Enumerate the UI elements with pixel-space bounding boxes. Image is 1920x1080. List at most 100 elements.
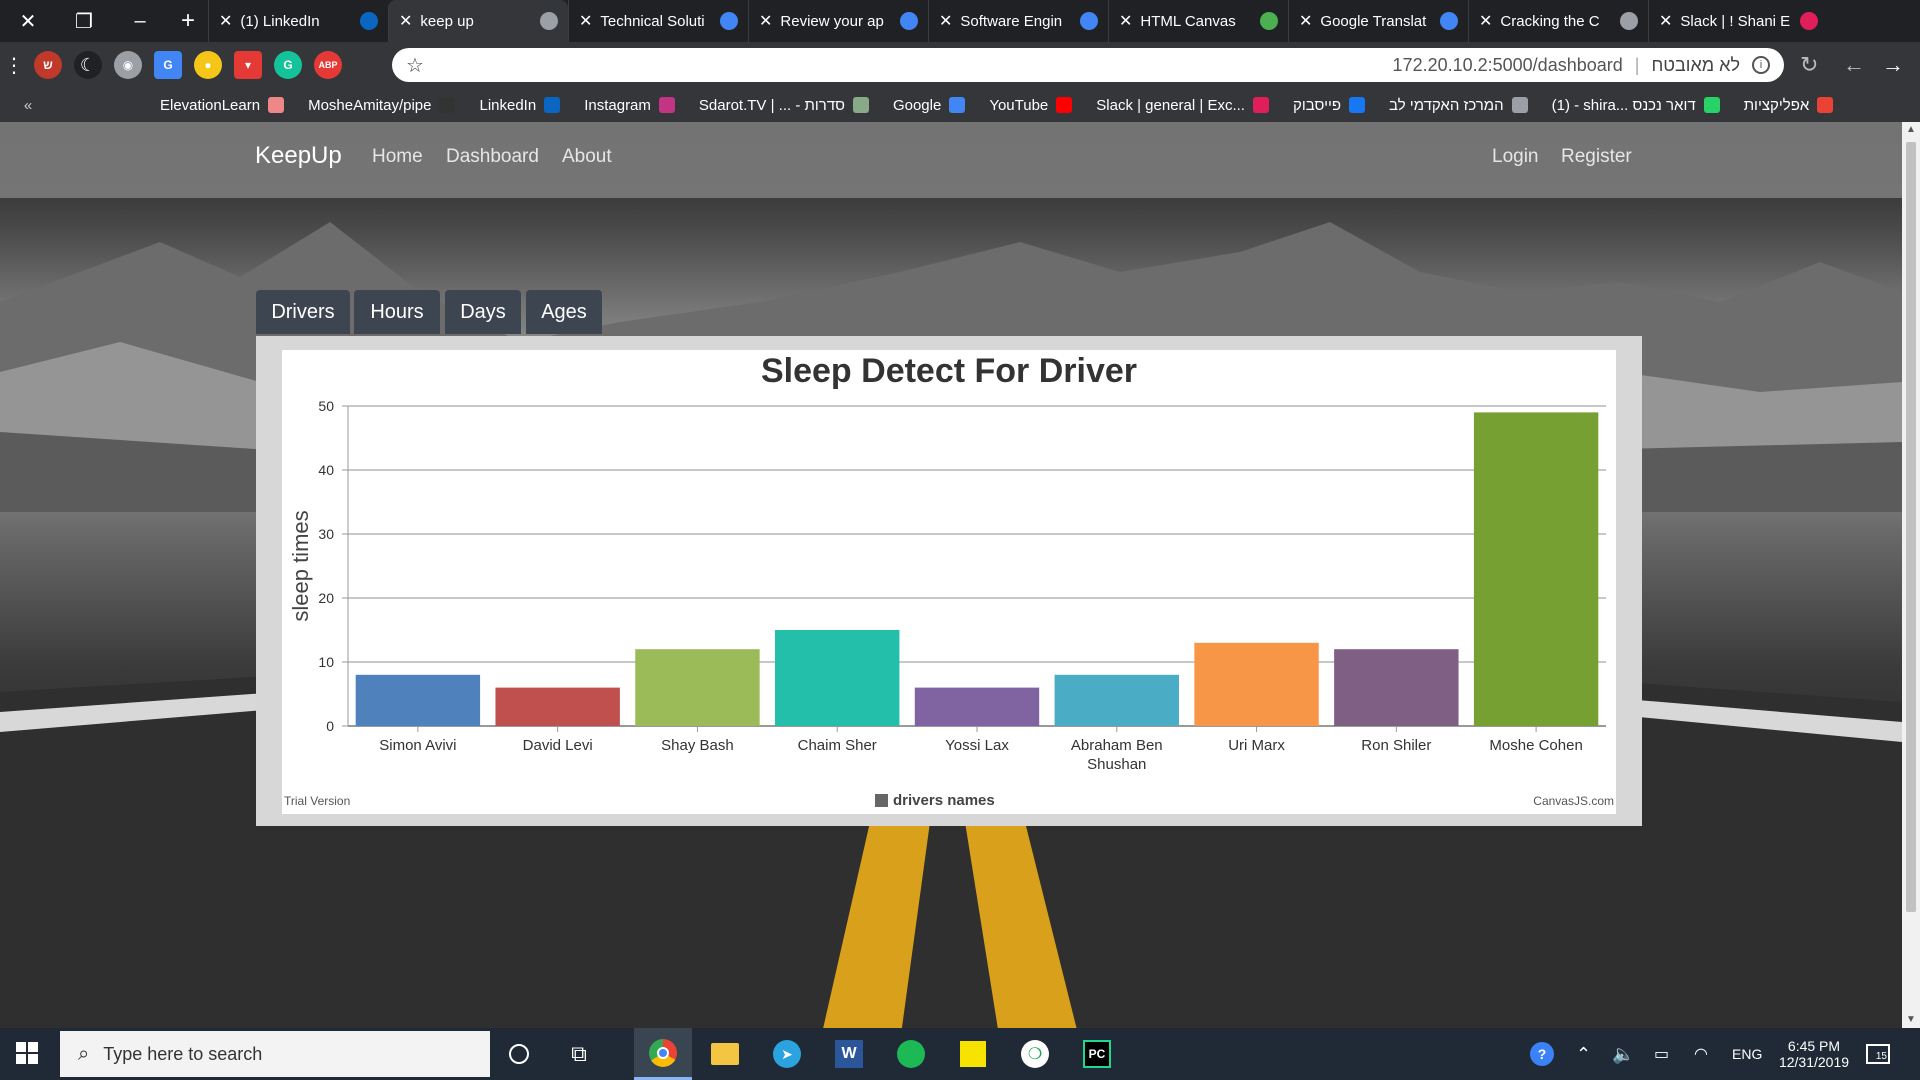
pocket-icon[interactable]: ▾ <box>234 51 262 79</box>
tab-close-icon[interactable]: ✕ <box>399 11 412 31</box>
bookmark-item[interactable]: המרכז האקדמי לב <box>1389 97 1528 114</box>
back-icon[interactable]: ← <box>1843 52 1865 78</box>
browser-tab[interactable]: ✕ Review your ap <box>748 0 928 42</box>
tab-close-icon[interactable]: ✕ <box>1479 11 1492 31</box>
cortana-icon[interactable] <box>490 1028 548 1080</box>
x-tick-label: Uri Marx <box>1228 737 1285 754</box>
chrome-app-icon[interactable] <box>634 1028 692 1080</box>
windows-start-icon[interactable] <box>16 1042 38 1064</box>
scrollbar-thumb[interactable] <box>1906 142 1916 912</box>
bookmark-label: Instagram <box>584 96 651 114</box>
taskbar-search-box[interactable]: ⌕ Type here to search <box>60 1031 490 1077</box>
browser-tab[interactable]: ✕ Software Engin <box>928 0 1108 42</box>
bookmark-label: Google <box>892 96 942 114</box>
bookmark-item[interactable]: LinkedIn <box>479 97 561 114</box>
bookmark-item[interactable]: YouTube <box>989 97 1073 114</box>
battery-icon[interactable]: ▭ <box>1654 1028 1669 1080</box>
bookmark-star-icon[interactable]: ☆ <box>406 53 424 78</box>
tab-close-icon[interactable]: ✕ <box>219 11 232 31</box>
tab-ages[interactable]: Ages <box>526 290 602 334</box>
tab-close-icon[interactable]: ✕ <box>1659 11 1672 31</box>
bookmark-label: המרכז האקדמי לב <box>1389 96 1504 114</box>
address-separator: | <box>1634 54 1640 75</box>
bar-chart: Sleep Detect For Driver 0 10 20 30 40 50 sleep … <box>284 352 1614 809</box>
tab-close-icon[interactable]: ✕ <box>1299 11 1312 31</box>
collapse-chevron-icon[interactable]: « <box>0 97 56 114</box>
wifi-icon[interactable]: ◠ <box>1694 1028 1708 1080</box>
bookmark-item[interactable]: Instagram <box>584 97 675 114</box>
window-minimize-icon[interactable]: – <box>112 0 168 42</box>
volume-icon[interactable]: 🔈 <box>1612 1028 1634 1080</box>
bookmark-item[interactable]: ElevationLearn <box>160 96 285 114</box>
help-icon[interactable]: ? <box>1530 1028 1554 1080</box>
browser-tab[interactable]: ✕ Google Translat <box>1288 0 1468 42</box>
tab-days[interactable]: Days <box>445 290 521 334</box>
nav-register[interactable]: Register <box>1561 146 1632 168</box>
tab-hours[interactable]: Hours <box>354 290 440 334</box>
browser-tab[interactable]: ✕ (1) LinkedIn <box>208 0 388 42</box>
task-view-icon[interactable]: ⧉ <box>550 1028 608 1080</box>
bar-3 <box>775 630 900 726</box>
sticky-notes-icon[interactable] <box>944 1028 1002 1080</box>
tab-close-icon[interactable]: ✕ <box>1119 11 1132 31</box>
tab-title: (1) LinkedIn <box>240 12 320 30</box>
x-tick-label: Shay Bash <box>661 737 734 754</box>
y-tick-label: 0 <box>326 718 334 734</box>
site-brand[interactable]: KeepUp <box>255 142 342 170</box>
address-bar[interactable]: ☆ 172.20.10.2:5000/dashboard | לא מאובטח… <box>392 48 1784 82</box>
pycharm-icon[interactable]: PC <box>1068 1028 1126 1080</box>
tray-overflow-icon[interactable]: ⌃ <box>1576 1028 1591 1080</box>
browser-tab[interactable]: ✕ Cracking the C <box>1468 0 1648 42</box>
reload-icon[interactable]: ↻ <box>1800 52 1818 78</box>
bookmark-label: ElevationLearn <box>160 96 261 114</box>
bookmark-favicon-icon <box>1817 97 1834 113</box>
bar-5 <box>1054 674 1179 726</box>
dark-mode-icon[interactable]: ☾ <box>74 51 102 79</box>
bookmark-item[interactable]: MosheAmitay/pipe <box>308 97 456 114</box>
notification-center-icon[interactable]: 15 <box>1866 1028 1890 1080</box>
browser-tab[interactable]: ✕ HTML Canvas <box>1108 0 1288 42</box>
bookmark-item[interactable]: Slack | general | Exc... <box>1096 97 1269 114</box>
scroll-up-icon[interactable]: ▲ <box>1902 124 1920 135</box>
telegram-icon[interactable]: ➤ <box>758 1028 816 1080</box>
tab-close-icon[interactable]: ✕ <box>759 11 772 31</box>
extension-icon[interactable]: ● <box>194 51 222 79</box>
bookmark-label: אפליקציות <box>1743 96 1810 114</box>
grammarly-icon[interactable]: G <box>274 51 302 79</box>
scroll-down-icon[interactable]: ▼ <box>1902 1014 1920 1025</box>
search-icon: ⌕ <box>78 1042 90 1065</box>
forward-icon[interactable]: → <box>1882 52 1904 78</box>
bookmark-item[interactable]: Sdarot.TV | ... - סדרות <box>699 97 869 114</box>
browser-tab[interactable]: ✕ Technical Soluti <box>568 0 748 42</box>
browser-tab[interactable]: ✕ Slack | ! Shani E <box>1648 0 1828 42</box>
nav-dashboard[interactable]: Dashboard <box>446 146 539 168</box>
nav-login[interactable]: Login <box>1492 146 1539 168</box>
window-close-icon[interactable]: ✕ <box>0 0 56 42</box>
page-scrollbar[interactable]: ▲ ▼ <box>1902 122 1920 1028</box>
tab-close-icon[interactable]: ✕ <box>939 11 952 31</box>
google-icon <box>720 12 738 30</box>
spotify-icon[interactable] <box>882 1028 940 1080</box>
menu-dots-icon[interactable]: ⋮ <box>0 53 28 78</box>
extension-icon[interactable]: ש <box>34 51 62 79</box>
translate-icon[interactable]: G <box>154 51 182 79</box>
window-restore-icon[interactable]: ❐ <box>56 0 112 42</box>
mongodb-compass-icon[interactable]: ❍ <box>1006 1028 1064 1080</box>
bookmark-item[interactable]: Google <box>892 96 966 114</box>
tab-close-icon[interactable]: ✕ <box>579 11 592 31</box>
browser-tab[interactable]: ✕ keep up <box>388 0 568 42</box>
file-explorer-icon[interactable] <box>696 1028 754 1080</box>
bookmark-item[interactable]: אפליקציות <box>1744 97 1834 114</box>
bookmark-item[interactable]: פייסבוק <box>1293 97 1366 114</box>
tab-drivers[interactable]: Drivers <box>256 290 350 334</box>
bookmark-item[interactable]: (1) - shira... דואר נכנס <box>1552 97 1720 114</box>
nav-home[interactable]: Home <box>372 146 423 168</box>
clock[interactable]: 6:45 PM 12/31/2019 <box>1778 1028 1850 1080</box>
new-tab-button[interactable]: + <box>168 0 208 42</box>
adblock-icon[interactable]: ABP <box>314 51 342 79</box>
nav-about[interactable]: About <box>562 146 612 168</box>
info-icon[interactable]: i <box>1752 56 1770 74</box>
extension-icon[interactable]: ◉ <box>114 51 142 79</box>
language-indicator[interactable]: ENG <box>1732 1028 1762 1080</box>
word-icon[interactable]: W <box>820 1028 878 1080</box>
